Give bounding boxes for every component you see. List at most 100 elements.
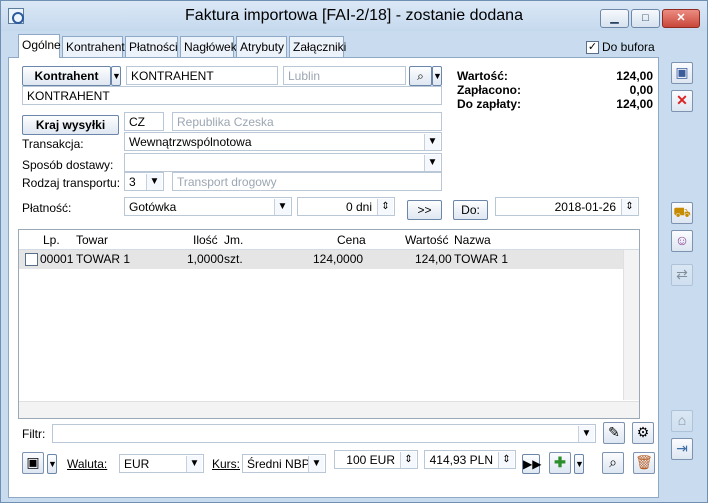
merge-icon: ⇄ (676, 266, 688, 282)
document-icon: ▣ (26, 454, 40, 470)
amount-eur-value: 100 EUR (346, 453, 395, 467)
transport-code-select[interactable]: 3 ▼ (124, 172, 164, 191)
due-date-button[interactable]: Do: (453, 200, 488, 220)
items-table[interactable]: Lp. Towar Ilość Jm. Cena Wartość Nazwa 0… (18, 229, 640, 419)
header-towar: Towar (76, 233, 109, 247)
payment-next-button[interactable]: >> (407, 200, 442, 220)
filter-input[interactable]: ▼ (52, 424, 596, 443)
row-wartosc: 124,00 (415, 252, 452, 266)
clear-filter-button[interactable]: ✎ (603, 422, 625, 444)
country-code-field[interactable]: CZ (124, 112, 164, 131)
maximize-button[interactable]: □ (631, 9, 660, 28)
value-label: Wartość: (457, 69, 508, 83)
row-nazwa: TOWAR 1 (454, 252, 509, 266)
transport-code-value: 3 (129, 175, 136, 189)
add-item-menu[interactable]: ▼ (574, 454, 584, 474)
contact-icon: ☺ (674, 232, 690, 248)
fast-forward-button[interactable]: ▶▶ (522, 454, 541, 474)
pin-button[interactable]: ⇥ (671, 438, 693, 460)
merge-button[interactable]: ⇄ (671, 264, 693, 286)
header-jm: Jm. (224, 233, 244, 247)
table-header: Lp. Towar Ilość Jm. Cena Wartość Nazwa (19, 230, 639, 250)
document-options-button[interactable]: ▣ (22, 452, 44, 474)
search-icon: ⌕ (417, 69, 424, 83)
header-nazwa: Nazwa (454, 233, 491, 247)
table-row[interactable]: 00001 TOWAR 1 1,0000 szt. 124,0000 124,0… (19, 250, 639, 269)
amount-eur-field[interactable]: 100 EUR ⇕ (334, 450, 418, 469)
tab-naglowek[interactable]: Nagłówek (180, 36, 237, 57)
minimize-button[interactable]: ▁ (600, 9, 629, 28)
save-button[interactable]: save-icon▣ (671, 62, 693, 84)
filter-settings-button[interactable]: ⚙ (632, 422, 654, 444)
unlock-button[interactable]: ⌂ (671, 410, 693, 432)
contractor-search-button[interactable]: ⌕ (409, 66, 432, 86)
title-bar: Faktura importowa [FAI-2/18] - zostanie … (1, 1, 707, 31)
lock-icon: ⌂ (677, 412, 687, 428)
contractor-button[interactable]: Kontrahent (22, 66, 111, 86)
amount-pln-field[interactable]: 414,93 PLN ⇕ (424, 450, 516, 469)
header-lp: Lp. (43, 233, 60, 247)
transaction-label: Transakcja: (22, 137, 84, 151)
payment-method-select[interactable]: Gotówka ▼ (124, 197, 292, 216)
currency-select[interactable]: EUR ▼ (119, 454, 204, 473)
payment-days-field[interactable]: 0 dni ⇕ (297, 197, 395, 216)
currency-value: EUR (124, 457, 150, 471)
tab-atrybuty[interactable]: Atrybuty (236, 36, 287, 57)
truck-icon: ⛟ (673, 204, 691, 220)
contractor-code-field[interactable]: KONTRAHENT (126, 66, 278, 85)
close-button[interactable]: ✕ (662, 9, 700, 28)
rate-type-value: Średni NBP (247, 457, 310, 471)
table-vertical-scrollbar[interactable] (623, 250, 639, 400)
chevron-down-icon: ▼ (308, 456, 324, 472)
contact-button[interactable]: ☺ (671, 230, 693, 252)
filter-label: Filtr: (22, 427, 46, 441)
contractor-search-menu-button[interactable]: ▼ (432, 66, 442, 86)
pin-icon: ⇥ (676, 440, 688, 456)
delivery-label: Sposób dostawy: (22, 158, 114, 172)
payment-method-value: Gotówka (129, 200, 177, 214)
tab-ogolne[interactable]: Ogólne (18, 34, 61, 58)
header-cena: Cena (337, 233, 366, 247)
to-pay-amount: 124,00 (616, 97, 653, 111)
contractor-city-field[interactable]: Lublin (283, 66, 406, 85)
contractor-name-field[interactable]: KONTRAHENT (22, 86, 442, 105)
value-amount: 124,00 (616, 69, 653, 83)
tab-zalaczniki[interactable]: Załączniki (289, 36, 346, 57)
tab-kontrahent[interactable]: Kontrahent (62, 36, 125, 57)
country-name-field[interactable]: Republika Czeska (172, 112, 442, 131)
chevron-down-icon: ▼ (424, 155, 440, 171)
do-bufora-checkbox[interactable]: ✓ (586, 41, 599, 54)
row-jm: szt. (224, 252, 243, 266)
row-lp: 00001 (40, 252, 74, 266)
shipping-country-button[interactable]: Kraj wysyłki (22, 115, 119, 135)
tab-platnosci[interactable]: Płatności (125, 36, 178, 57)
add-item-button[interactable]: add-icon✚ (549, 452, 571, 474)
delete-button[interactable]: trash-icon🗑 (633, 452, 655, 474)
rate-type-select[interactable]: Średni NBP ▼ (242, 454, 326, 473)
row-towar: TOWAR 1 (76, 252, 131, 266)
document-options-menu[interactable]: ▼ (47, 454, 57, 474)
invoice-window: Faktura importowa [FAI-2/18] - zostanie … (0, 0, 708, 503)
row-cena: 124,0000 (313, 252, 364, 266)
delivery-truck-button[interactable]: ⛟ (671, 202, 693, 224)
paid-amount: 0,00 (629, 83, 653, 97)
wrench-icon: ⚙ (636, 424, 650, 440)
currency-label: Waluta: (67, 457, 108, 471)
transport-label: Rodzaj transportu: (22, 176, 121, 190)
clear-filter-icon: ✎ (608, 424, 620, 440)
calendar-spinner-icon: ⇕ (621, 199, 637, 215)
transport-name-field[interactable]: Transport drogowy (172, 172, 442, 191)
row-checkbox[interactable] (25, 253, 38, 266)
transaction-value: Wewnątrzwspólnotowa (129, 135, 252, 149)
payment-days-value: 0 dni (345, 200, 372, 214)
chevron-down-icon: ▼ (186, 456, 202, 472)
spinner-icon: ⇕ (498, 452, 514, 468)
payment-label: Płatność: (22, 201, 72, 215)
search-button[interactable]: search-icon⌕ (602, 452, 624, 474)
cancel-button[interactable]: cancel-icon✕ (671, 90, 693, 112)
transaction-select[interactable]: Wewnątrzwspólnotowa ▼ (124, 132, 442, 151)
table-horizontal-scrollbar[interactable] (19, 401, 639, 418)
contractor-menu-button[interactable]: ▼ (111, 66, 121, 86)
delivery-select[interactable]: ▼ (124, 153, 442, 172)
due-date-field[interactable]: 2018-01-26 ⇕ (495, 197, 639, 216)
